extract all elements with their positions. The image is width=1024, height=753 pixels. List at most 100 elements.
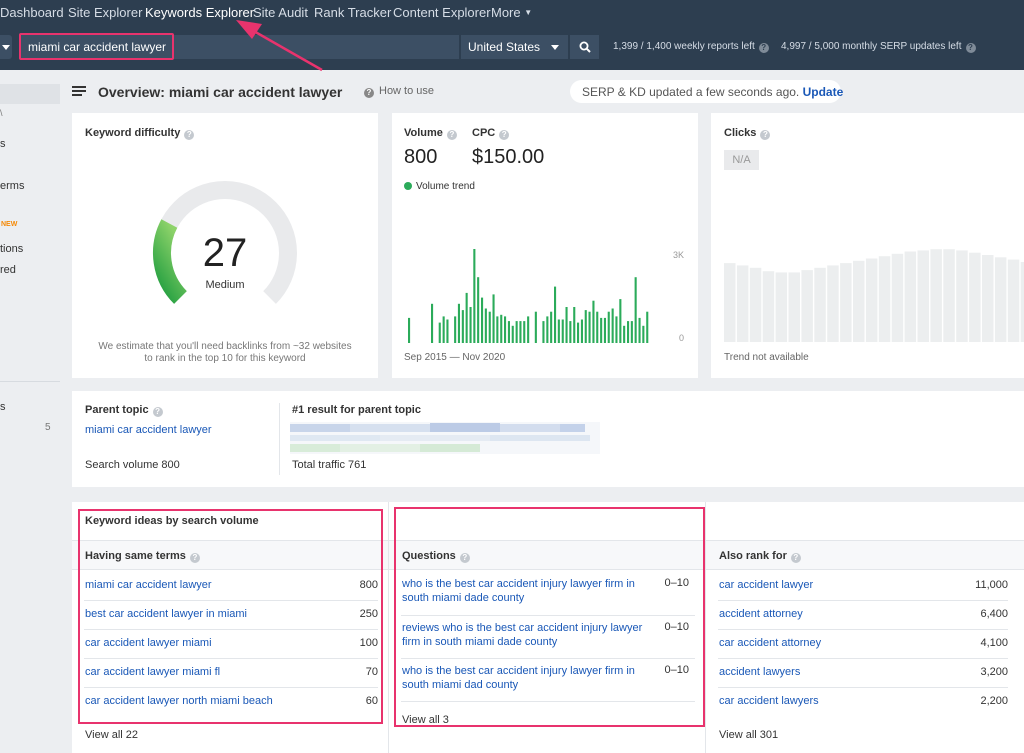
update-link[interactable]: Update	[803, 85, 844, 99]
trend-bar	[573, 307, 576, 343]
keyword-link[interactable]: best car accident lawyer in miami	[85, 608, 247, 620]
trend-bar	[515, 321, 518, 343]
placeholder-bar	[891, 253, 904, 342]
questions-header-text: Questions	[402, 550, 456, 562]
trend-bar	[438, 322, 441, 343]
keyword-link[interactable]: accident lawyers	[719, 666, 800, 678]
country-select-value: United States	[468, 40, 541, 54]
keyword-search-input[interactable]	[19, 35, 459, 59]
trend-bar	[457, 303, 460, 343]
trend-bar	[527, 316, 530, 343]
table-row: accident lawyers 3,200	[718, 659, 1008, 688]
view-all-same-terms[interactable]: View all 22	[85, 729, 138, 741]
sidebar-item[interactable]: red	[0, 264, 16, 276]
keyword-link[interactable]: miami car accident lawyer	[85, 579, 212, 591]
keyword-ideas-card: Keyword ideas by search volume Having sa…	[72, 502, 1024, 753]
parent-topic-link[interactable]: miami car accident lawyer	[85, 424, 212, 436]
nav-site-audit[interactable]: Site Audit	[253, 5, 308, 20]
help-icon[interactable]: ?	[758, 43, 769, 53]
search-mode-dropdown[interactable]	[0, 35, 12, 59]
parent-search-volume: Search volume 800	[85, 459, 180, 471]
nav-content-explorer[interactable]: Content Explorer	[393, 5, 491, 20]
table-row: accident attorney 6,400	[718, 601, 1008, 630]
table-row: miami car accident lawyer 800	[84, 572, 378, 601]
placeholder-bar	[853, 260, 865, 342]
sidebar-item-overview[interactable]	[0, 84, 60, 104]
trend-bar	[461, 310, 464, 343]
help-icon[interactable]: ?	[459, 553, 470, 563]
table-row: car accident lawyers 2,200	[718, 688, 1008, 717]
nav-more-label: More	[491, 5, 521, 20]
same-terms-column: Having same terms? miami car accident la…	[72, 502, 388, 753]
search-icon	[579, 41, 591, 53]
sidebar-item[interactable]: s	[0, 138, 6, 150]
trend-bar	[431, 303, 434, 343]
keyword-volume: 800	[359, 579, 378, 591]
keyword-link[interactable]: accident attorney	[719, 608, 803, 620]
clicks-card: Clicks? N/A Trend not available	[711, 113, 1024, 378]
trend-bar	[484, 308, 487, 343]
keyword-volume: 100	[359, 637, 378, 649]
placeholder-bar	[904, 251, 917, 342]
placeholder-bar	[994, 257, 1007, 342]
trend-bar	[577, 322, 580, 343]
question-volume: 0–10	[664, 664, 689, 676]
keyword-link[interactable]: car accident attorney	[719, 637, 821, 649]
trend-bar	[442, 316, 445, 343]
placeholder-bar	[1007, 259, 1020, 342]
nav-keywords-explorer[interactable]: Keywords Explorer	[145, 5, 254, 20]
weekly-reports-text: 1,399 / 1,400 weekly reports left	[613, 41, 755, 52]
placeholder-bar	[814, 267, 826, 342]
placeholder-bar	[788, 272, 800, 342]
trend-axis-min: 0	[679, 333, 685, 343]
question-link[interactable]: who is the best car accident injury lawy…	[402, 577, 652, 605]
trend-bar	[630, 321, 633, 343]
help-icon[interactable]: ?	[189, 553, 200, 563]
placeholder-bar	[840, 263, 852, 342]
placeholder-bar	[878, 256, 891, 342]
trend-bar	[627, 321, 630, 343]
nav-dashboard[interactable]: Dashboard	[0, 5, 64, 20]
sidebar-item[interactable]: tions	[0, 243, 23, 255]
help-icon[interactable]: ?	[790, 553, 801, 563]
keyword-link[interactable]: car accident lawyer miami fl	[85, 666, 220, 678]
sidebar-item[interactable]: s	[0, 401, 6, 413]
country-select[interactable]: United States	[461, 35, 568, 59]
view-all-also-rank[interactable]: View all 301	[719, 729, 778, 741]
question-link[interactable]: who is the best car accident injury lawy…	[402, 664, 652, 692]
nav-more[interactable]: More ▼	[491, 5, 532, 20]
parent-topic-label: Parent topic?	[85, 404, 163, 417]
new-badge: NEW	[1, 221, 18, 228]
help-icon[interactable]: ?	[152, 407, 163, 417]
table-row: who is the best car accident injury lawy…	[401, 572, 695, 616]
menu-icon[interactable]	[72, 85, 86, 97]
page-title: Overview: miami car accident lawyer	[98, 84, 343, 100]
how-to-use-link[interactable]: ? How to use	[364, 85, 434, 98]
search-button[interactable]	[570, 35, 599, 59]
sidebar-item[interactable]: erms	[0, 180, 24, 192]
sidebar-fragment: \	[0, 108, 3, 118]
keyword-link[interactable]: car accident lawyers	[719, 695, 819, 707]
first-result-label: #1 result for parent topic	[292, 404, 421, 416]
help-icon[interactable]: ?	[965, 43, 976, 53]
trend-bar	[550, 311, 553, 343]
nav-rank-tracker[interactable]: Rank Tracker	[314, 5, 391, 20]
placeholder-bar	[943, 249, 955, 342]
keyword-link[interactable]: car accident lawyer miami	[85, 637, 212, 649]
keyword-link[interactable]: car accident lawyer north miami beach	[85, 695, 273, 707]
keyword-link[interactable]: car accident lawyer	[719, 579, 813, 591]
view-all-questions[interactable]: View all 3	[402, 714, 449, 726]
serp-status-pill: SERP & KD updated a few seconds ago. Upd…	[570, 80, 844, 103]
keyword-volume: 70	[365, 666, 378, 678]
keyword-volume: 2,200	[980, 695, 1008, 707]
trend-bar	[638, 317, 641, 343]
trend-bar	[469, 307, 472, 343]
trend-axis-max: 3K	[673, 250, 685, 260]
trend-bar	[496, 316, 499, 343]
keyword-volume: 11,000	[975, 579, 1008, 591]
kd-level: Medium	[205, 279, 245, 291]
keyword-volume: 6,400	[980, 608, 1008, 620]
nav-site-explorer[interactable]: Site Explorer	[68, 5, 142, 20]
questions-column: Questions? who is the best car accident …	[388, 502, 705, 753]
question-link[interactable]: reviews who is the best car accident inj…	[402, 621, 652, 649]
